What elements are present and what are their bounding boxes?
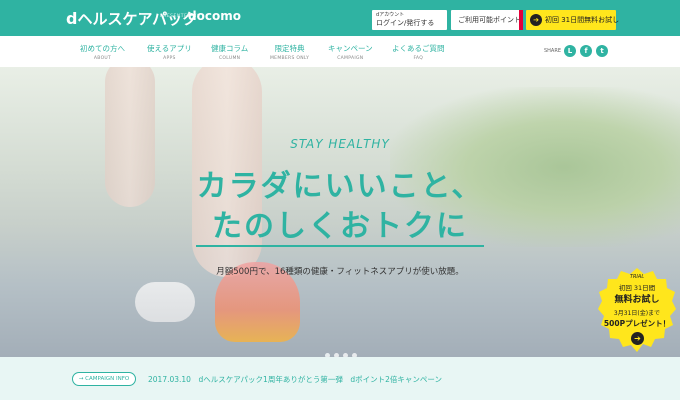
arrow-right-icon: ➔ bbox=[631, 332, 644, 345]
campaign-info-label: CAMPAIGN INFO bbox=[85, 376, 130, 382]
badge-first-label: 初回 31日間 bbox=[618, 284, 656, 292]
nav-sublabel: MEMBERS ONLY bbox=[270, 56, 310, 61]
main-nav: 初めての方へ ABOUT 使えるアプリ APPS 健康コラム COLUMN 限定… bbox=[0, 36, 680, 67]
nav-item-about[interactable]: 初めての方へ ABOUT bbox=[80, 43, 125, 61]
campaign-info-bar: → CAMPAIGN INFO 2017.03.10 dヘルスケアパック1周年あ… bbox=[0, 357, 680, 400]
site-header: dヘルスケアパック PRESENTED BY docomo dアカウント ログイ… bbox=[0, 0, 680, 36]
twitter-icon[interactable]: t bbox=[596, 45, 608, 57]
hero-headline-line-1: カラダにいいこと、 bbox=[196, 169, 484, 204]
free-trial-badge[interactable]: TRIAL 初回 31日間 無料お試し 3月31日(金)まで 500Pプレゼント… bbox=[598, 268, 676, 354]
nav-item-apps[interactable]: 使えるアプリ APPS bbox=[147, 43, 192, 61]
badge-trial-label: TRIAL bbox=[629, 274, 645, 280]
nav-label: 健康コラム bbox=[211, 44, 249, 53]
line-icon[interactable]: L bbox=[564, 45, 576, 57]
nav-sublabel: APPS bbox=[163, 56, 176, 61]
logo-prefix: d bbox=[66, 9, 78, 28]
points-label: ご利用可能ポイント bbox=[458, 16, 521, 24]
d-account-label: dアカウント bbox=[376, 12, 405, 18]
docomo-logo[interactable]: docomo bbox=[188, 9, 241, 23]
logo-text: ヘルスケアパック bbox=[77, 10, 198, 28]
hero-headline-line-2: たのしくおトクに bbox=[212, 209, 468, 244]
share-label: SHARE bbox=[544, 48, 561, 54]
nav-item-members-only[interactable]: 限定特典 MEMBERS ONLY bbox=[270, 43, 309, 61]
nav-sublabel: CAMPAIGN bbox=[337, 56, 364, 61]
campaign-link[interactable]: 2017.03.10 dヘルスケアパック1周年ありがとう第一弾 dポイント2倍キ… bbox=[148, 374, 442, 385]
hero-image-shoe-back bbox=[135, 282, 195, 322]
nav-sublabel: FAQ bbox=[413, 56, 424, 61]
nav-item-campaign[interactable]: キャンペーン CAMPAIGN bbox=[328, 43, 373, 61]
campaign-info-button[interactable]: → CAMPAIGN INFO bbox=[72, 372, 136, 386]
badge-points-label: 500Pプレゼント！ bbox=[603, 319, 671, 328]
nav-label: よくあるご質問 bbox=[392, 44, 445, 53]
login-button[interactable]: dアカウント ログイン/発行する bbox=[372, 10, 447, 30]
badge-free-label: 無料お試し bbox=[614, 295, 660, 305]
nav-label: 初めての方へ bbox=[80, 44, 125, 53]
hero-eyebrow: STAY HEALTHY bbox=[290, 137, 390, 151]
carousel-dots bbox=[325, 343, 361, 357]
available-points-button[interactable]: ご利用可能ポイント bbox=[451, 10, 523, 30]
nav-item-faq[interactable]: よくあるご質問 FAQ bbox=[392, 43, 445, 61]
nav-item-column[interactable]: 健康コラム COLUMN bbox=[211, 43, 248, 61]
nav-sublabel: ABOUT bbox=[93, 56, 112, 61]
nav-label: 限定特典 bbox=[274, 44, 305, 53]
free-trial-button[interactable]: ➔ 初回 31日間無料お試し bbox=[526, 10, 620, 30]
hero-carousel: STAY HEALTHY カラダにいいこと、 たのしくおトクに 月額500円で、… bbox=[0, 67, 680, 357]
hero-subtext: 月額500円で、16種類の健康・フィットネスアプリが使い放題。 bbox=[216, 267, 464, 277]
arrow-right-icon: ➔ bbox=[530, 14, 542, 26]
hero-divider bbox=[196, 245, 484, 247]
nav-sublabel: COLUMN bbox=[218, 56, 241, 61]
nav-label: 使えるアプリ bbox=[147, 44, 192, 53]
points-accent-bar bbox=[519, 10, 523, 30]
facebook-icon[interactable]: f bbox=[580, 45, 592, 57]
nav-label: キャンペーン bbox=[328, 44, 373, 53]
badge-date-label: 3月31日(金)まで bbox=[613, 310, 661, 317]
login-label: ログイン/発行する bbox=[376, 19, 435, 27]
trial-label: 初回 31日間無料お試し bbox=[545, 16, 620, 24]
